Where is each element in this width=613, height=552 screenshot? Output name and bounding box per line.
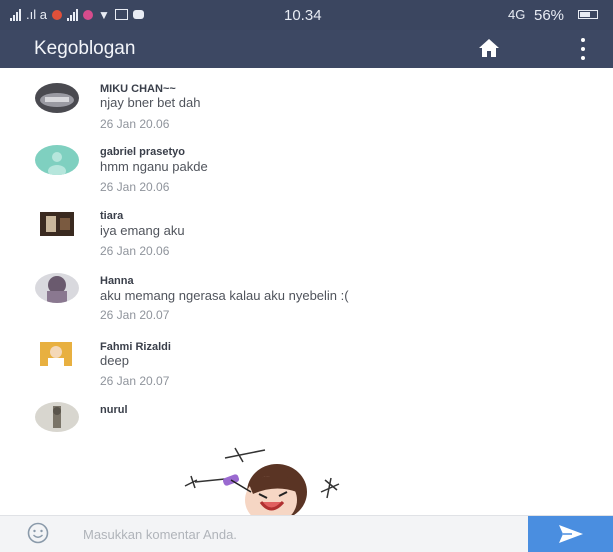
comment-input-bar [0, 515, 613, 552]
carrier-label: .ıl a [26, 7, 47, 22]
comment-author[interactable]: Fahmi Rizaldi [100, 341, 171, 353]
comment-text: iya emang aku [100, 223, 185, 238]
battery-icon [578, 10, 598, 19]
comment-time: 26 Jan 20.06 [100, 117, 170, 131]
comment-time: 26 Jan 20.07 [100, 308, 170, 322]
comment-author[interactable]: gabriel prasetyo [100, 146, 185, 158]
comment-text: hmm nganu pakde [100, 159, 208, 174]
sticker-image [184, 447, 340, 520]
status-bar: .ıl a ▼ 10.34 4G 56% [0, 0, 613, 30]
comment-time: 26 Jan 20.06 [100, 244, 170, 258]
app-bar: Kegoblogan [0, 30, 613, 68]
image-notification-icon [114, 9, 128, 20]
avatar [35, 145, 79, 175]
app-notification-icon [82, 9, 93, 20]
send-icon [559, 525, 583, 543]
more-vertical-icon[interactable] [580, 38, 586, 60]
avatar [40, 342, 72, 366]
comment-time: 26 Jan 20.07 [100, 374, 170, 388]
home-icon[interactable] [478, 38, 500, 58]
avatar [40, 212, 74, 236]
clock: 10.34 [284, 7, 322, 24]
page-title: Kegoblogan [34, 38, 136, 59]
comment-text: aku memang ngerasa kalau aku nyebelin :( [100, 288, 349, 303]
comment-text: deep [100, 353, 129, 368]
avatar [35, 83, 79, 113]
signal-strength-icon [10, 8, 21, 21]
send-button[interactable] [528, 516, 613, 552]
comment-author[interactable]: MIKU CHAN~~ [100, 83, 176, 95]
signal-strength-icon-2 [66, 8, 78, 21]
avatar [35, 402, 79, 432]
comment-author[interactable]: Hanna [100, 275, 134, 287]
comment-text: njay bner bet dah [100, 95, 201, 110]
chat-notification-icon [132, 10, 144, 19]
notification-icon [51, 9, 62, 20]
comment-input[interactable] [83, 525, 513, 543]
smiley-icon[interactable] [27, 522, 49, 544]
signal-indicators: .ıl a ▼ [10, 7, 144, 22]
wifi-icon: ▼ [97, 7, 110, 22]
battery-percent: 56% [534, 7, 565, 24]
comment-author[interactable]: nurul [100, 404, 128, 416]
network-type: 4G [508, 7, 526, 22]
avatar [35, 273, 79, 303]
comment-author[interactable]: tiara [100, 210, 123, 222]
comment-time: 26 Jan 20.06 [100, 180, 170, 194]
